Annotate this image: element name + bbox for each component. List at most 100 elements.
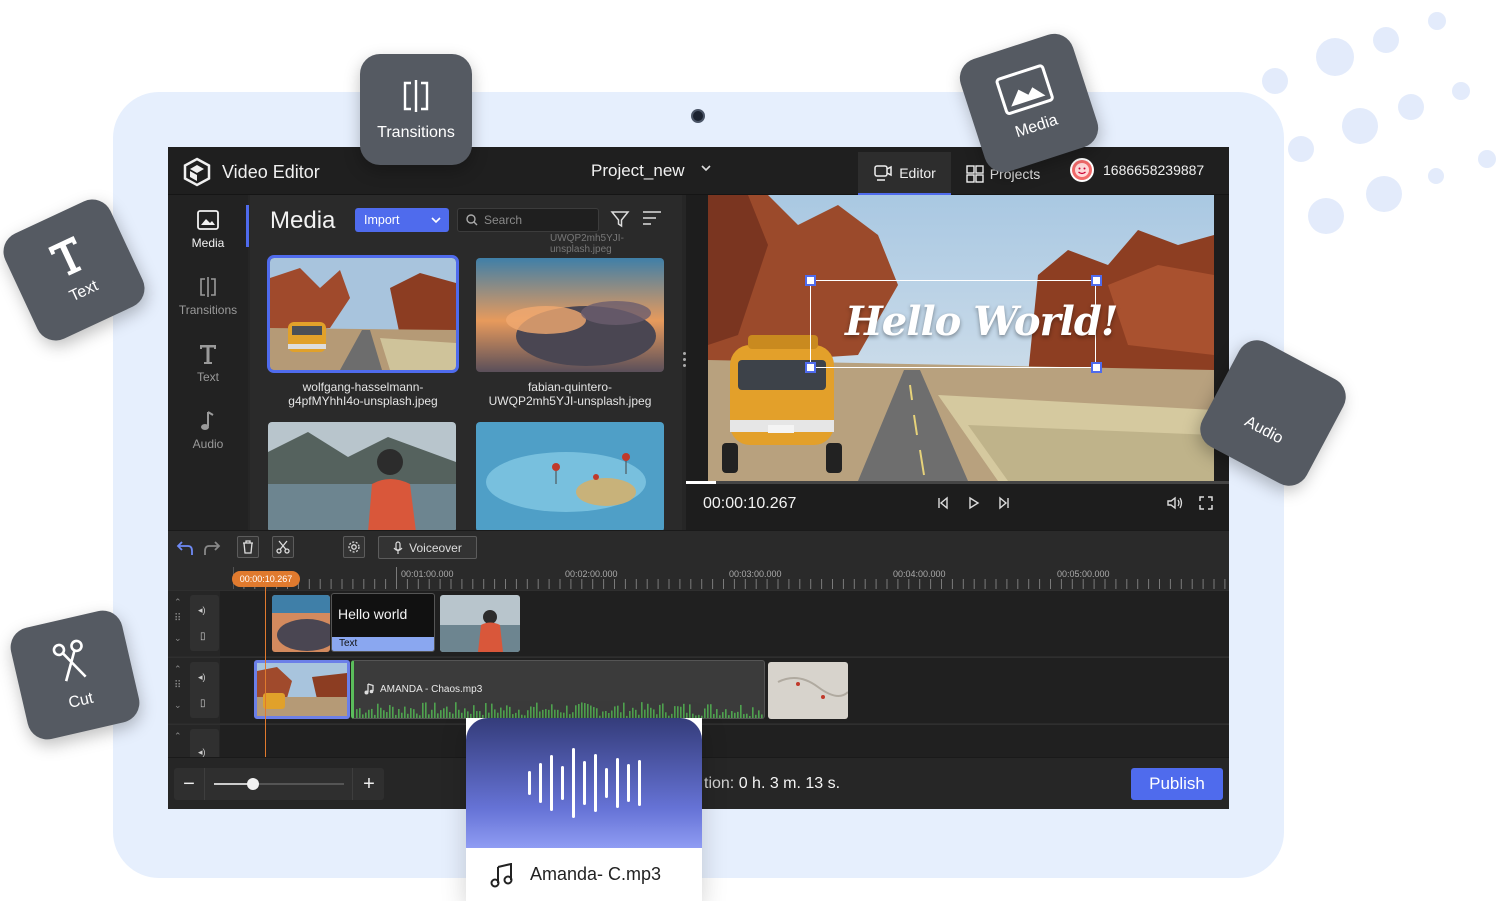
timeline-clip-map[interactable] bbox=[768, 662, 848, 719]
waveform-bar bbox=[464, 708, 466, 718]
step-forward-icon[interactable] bbox=[997, 496, 1011, 513]
resize-handle[interactable] bbox=[1091, 362, 1102, 373]
sidebar-item-audio[interactable]: Audio bbox=[168, 400, 248, 460]
waveform-bar bbox=[528, 771, 531, 795]
import-button[interactable]: Import bbox=[355, 208, 449, 232]
publish-button[interactable]: Publish bbox=[1131, 768, 1223, 800]
waveform-bar bbox=[389, 705, 391, 718]
timeline-clip-text[interactable]: Hello world Text bbox=[331, 593, 435, 652]
play-icon[interactable] bbox=[967, 496, 981, 513]
fullscreen-icon[interactable] bbox=[1199, 496, 1213, 513]
volume-icon[interactable]: ◂) bbox=[198, 605, 206, 616]
sidebar-item-text[interactable]: Text bbox=[168, 333, 248, 393]
waveform-bar bbox=[368, 709, 370, 718]
lake-hiker-image bbox=[268, 422, 456, 532]
zoom-slider-knob[interactable] bbox=[247, 778, 259, 790]
waveform-bar bbox=[737, 711, 739, 718]
waveform-bar bbox=[647, 703, 649, 718]
zoom-slider-track[interactable] bbox=[214, 778, 344, 790]
waveform-bar bbox=[683, 703, 685, 718]
waveform-bar bbox=[659, 704, 661, 718]
chevron-up-icon[interactable]: ⌃ bbox=[174, 597, 182, 608]
decorative-dot bbox=[1288, 136, 1314, 162]
playhead-line[interactable] bbox=[265, 587, 266, 757]
playhead-time[interactable]: 00:00:10.267 bbox=[232, 571, 300, 587]
chevron-up-icon[interactable]: ⌃ bbox=[174, 664, 182, 675]
waveform-bar bbox=[551, 704, 553, 718]
trash-icon[interactable]: ▯ bbox=[200, 698, 206, 709]
floating-tile-transitions: Transitions bbox=[360, 54, 472, 165]
user-menu[interactable]: 1686658239887 bbox=[1070, 158, 1204, 182]
sidebar: Media Transitions Text Audio bbox=[168, 195, 248, 530]
duration-value: 0 h. 3 m. 13 s. bbox=[738, 775, 841, 792]
audio-file-card[interactable]: Amanda- C.mp3 bbox=[466, 718, 702, 901]
waveform-bar bbox=[518, 709, 520, 718]
project-name[interactable]: Project_new bbox=[591, 161, 685, 181]
undo-icon[interactable] bbox=[176, 539, 194, 557]
sidebar-item-media[interactable]: Media bbox=[168, 199, 248, 259]
media-item-sunset-clouds[interactable] bbox=[476, 258, 664, 372]
project-duration: tion: 0 h. 3 m. 13 s. bbox=[704, 775, 840, 793]
media-item-desert-van[interactable] bbox=[267, 255, 459, 373]
preview-scrubber[interactable] bbox=[686, 481, 1229, 484]
media-item-map-pins[interactable] bbox=[476, 422, 664, 532]
waveform-bar bbox=[407, 713, 409, 718]
redo-icon[interactable] bbox=[203, 539, 221, 557]
resize-handle[interactable] bbox=[805, 362, 816, 373]
timeline-clip-desert-van[interactable] bbox=[254, 660, 350, 719]
volume-icon[interactable]: ◂) bbox=[198, 672, 206, 683]
decorative-dot bbox=[1366, 176, 1402, 212]
tab-editor[interactable]: Editor bbox=[858, 152, 951, 195]
filter-icon[interactable] bbox=[610, 209, 630, 229]
chevron-down-icon[interactable] bbox=[700, 161, 712, 177]
tab-editor-label: Editor bbox=[899, 164, 936, 181]
waveform-bar bbox=[716, 709, 718, 718]
waveform-bar bbox=[377, 703, 379, 718]
decorative-dot bbox=[1262, 68, 1288, 94]
step-back-icon[interactable] bbox=[936, 496, 950, 513]
music-note-icon bbox=[196, 409, 220, 433]
timeline-clip-audio[interactable]: AMANDA - Chaos.mp3 bbox=[351, 660, 765, 719]
sort-icon[interactable] bbox=[642, 210, 662, 226]
resize-handle[interactable] bbox=[805, 275, 816, 286]
media-caption-line: UWQP2mh5YJI-unsplash.jpeg bbox=[488, 394, 652, 408]
scissors-icon bbox=[52, 639, 87, 682]
waveform-bar bbox=[383, 710, 385, 718]
media-item-lake-hiker[interactable] bbox=[268, 422, 456, 532]
drag-handle-icon[interactable]: ⠿ bbox=[174, 613, 181, 624]
waveform-bar bbox=[554, 709, 556, 718]
search-input[interactable]: Search bbox=[457, 208, 599, 232]
current-time: 00:00:10.267 bbox=[703, 495, 797, 512]
overlay-text[interactable]: Hello World! bbox=[845, 298, 1118, 345]
split-button[interactable] bbox=[272, 536, 294, 558]
zoom-in-button[interactable]: + bbox=[354, 768, 384, 800]
waveform-bar bbox=[425, 702, 427, 718]
chevron-down-icon[interactable]: ⌄ bbox=[174, 700, 182, 711]
waveform-bar bbox=[530, 706, 532, 718]
zoom-out-button[interactable]: − bbox=[174, 768, 204, 800]
waveform-bar bbox=[509, 706, 511, 718]
timeline-clip-sunset[interactable] bbox=[272, 595, 330, 652]
chevron-up-icon[interactable]: ⌃ bbox=[174, 731, 182, 742]
delete-button[interactable] bbox=[237, 536, 259, 558]
settings-button[interactable] bbox=[343, 536, 365, 558]
track-controls: ⌃ ◂) bbox=[168, 725, 220, 785]
trash-icon[interactable]: ▯ bbox=[200, 631, 206, 642]
resize-handle[interactable] bbox=[1091, 275, 1102, 286]
waveform-bar bbox=[641, 702, 643, 718]
waveform-bar bbox=[392, 706, 394, 718]
waveform-bar bbox=[473, 705, 475, 718]
waveform-bar bbox=[734, 712, 736, 718]
drag-handle-icon[interactable]: ⠿ bbox=[174, 680, 181, 691]
video-editor-app: Video Editor Project_new Editor Projects… bbox=[168, 147, 1229, 809]
volume-icon[interactable] bbox=[1166, 496, 1184, 513]
waveform-bar bbox=[485, 703, 487, 718]
time-ruler[interactable]: 00:01:00.000 00:02:00.000 00:03:00.000 0… bbox=[232, 567, 1229, 589]
sidebar-item-transitions[interactable]: Transitions bbox=[168, 266, 248, 326]
duration-prefix: tion: bbox=[704, 775, 735, 792]
voiceover-button[interactable]: Voiceover bbox=[378, 536, 477, 559]
waveform-bar bbox=[584, 703, 586, 718]
timeline-clip-hiker[interactable] bbox=[440, 595, 520, 652]
waveform-bar bbox=[386, 712, 388, 718]
chevron-down-icon[interactable]: ⌄ bbox=[174, 633, 182, 644]
